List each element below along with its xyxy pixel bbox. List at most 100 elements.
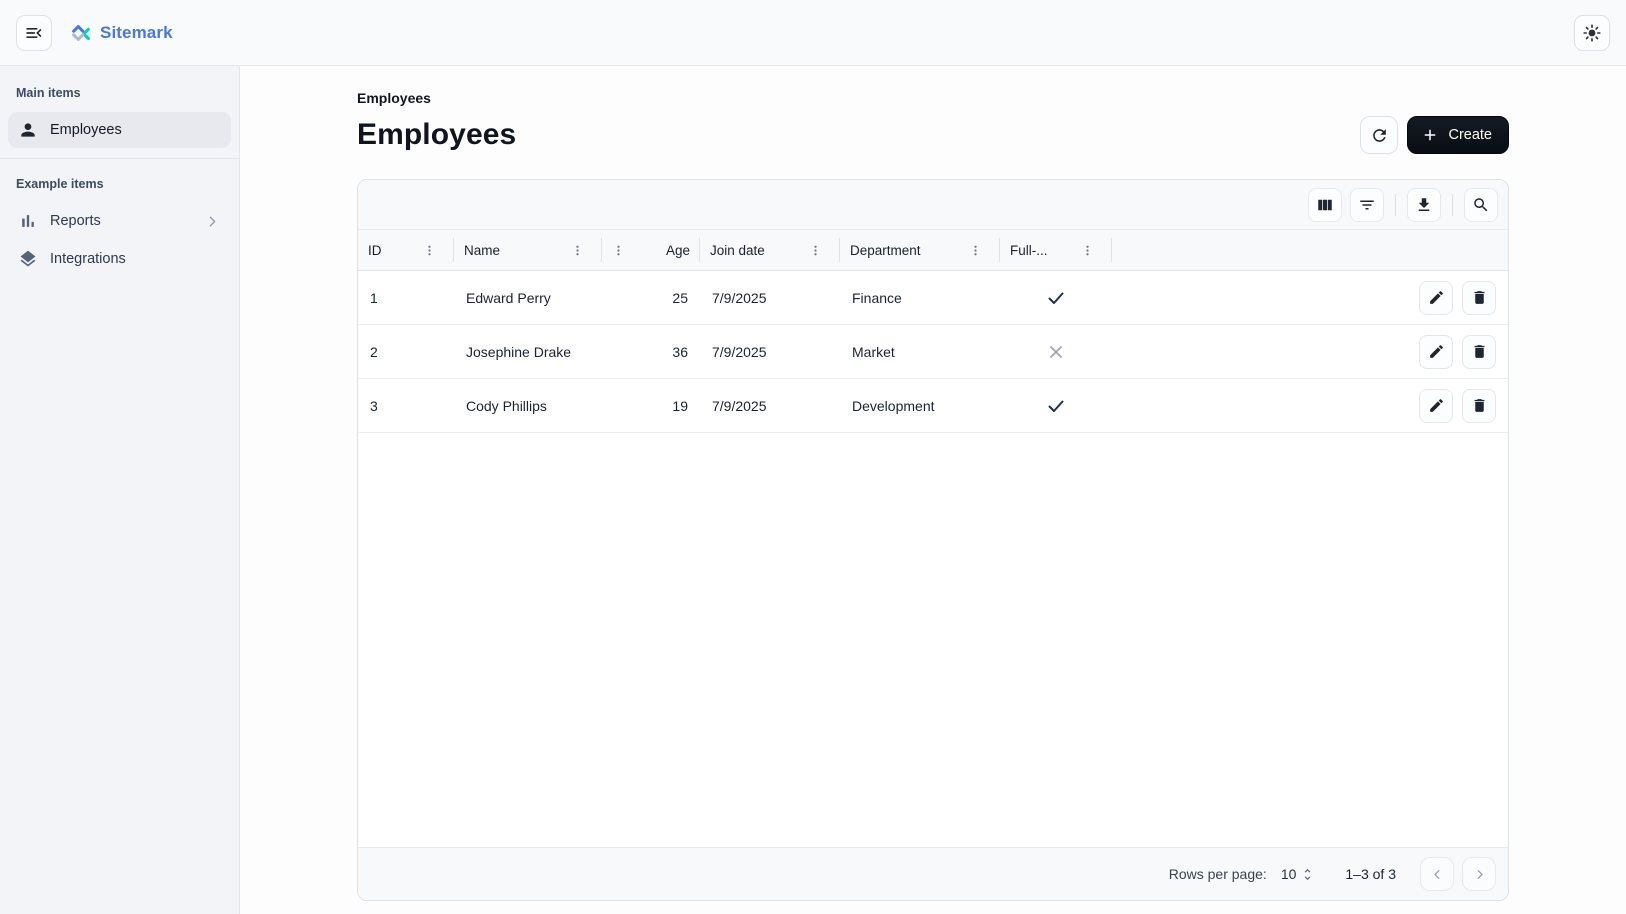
join-date-cell[interactable]: 7/9/2025 [700, 290, 840, 306]
grid-footer: Rows per page: 10 1–3 of 3 [358, 847, 1508, 900]
table-row[interactable]: 2 Josephine Drake 36 7/9/2025 Market [358, 325, 1508, 379]
table-row[interactable]: 1 Edward Perry 25 7/9/2025 Finance [358, 271, 1508, 325]
name-cell[interactable]: Edward Perry [454, 290, 602, 306]
layers-icon [18, 249, 38, 269]
row-actions-cell [1112, 335, 1508, 369]
column-menu-icon[interactable] [571, 244, 584, 257]
department-cell[interactable]: Development [840, 398, 1000, 414]
row-actions-cell [1112, 281, 1508, 315]
pencil-icon [1428, 289, 1445, 306]
sidebar: Main items Employees Example items Repor… [0, 66, 240, 914]
unfold-arrows-icon [1300, 867, 1315, 882]
column-header-name[interactable]: Name [454, 230, 602, 270]
trash-icon [1471, 397, 1488, 414]
column-menu-icon[interactable] [1081, 244, 1094, 257]
filter-icon [1358, 196, 1376, 214]
join-date-cell[interactable]: 7/9/2025 [700, 398, 840, 414]
sidebar-item-label: Employees [50, 122, 122, 138]
sidebar-item-label: Reports [50, 213, 101, 229]
sun-icon [1582, 23, 1602, 43]
column-header-actions [1112, 230, 1508, 270]
edit-button[interactable] [1419, 335, 1453, 369]
full-time-cell[interactable] [1000, 343, 1112, 361]
person-icon [18, 120, 38, 140]
sidebar-divider [0, 158, 239, 159]
toolbar-divider [1395, 194, 1396, 216]
main-content: Employees Employees Create [240, 66, 1626, 914]
column-header-id[interactable]: ID [358, 230, 454, 270]
refresh-button[interactable] [1360, 116, 1398, 154]
grid-rows: 1 Edward Perry 25 7/9/2025 Finance [358, 271, 1508, 847]
sidebar-item-integrations[interactable]: Integrations [8, 241, 231, 277]
trash-icon [1471, 289, 1488, 306]
check-icon [1046, 396, 1066, 416]
pagination-range: 1–3 of 3 [1345, 866, 1396, 882]
toolbar-divider [1452, 194, 1453, 216]
column-header-age[interactable]: Age [602, 230, 700, 270]
next-page-button[interactable] [1462, 857, 1496, 891]
department-cell[interactable]: Finance [840, 290, 1000, 306]
rows-per-page-label: Rows per page: [1169, 866, 1267, 882]
menu-open-icon [24, 23, 44, 43]
close-icon [1047, 343, 1065, 361]
sidebar-item-reports[interactable]: Reports [8, 203, 231, 239]
pencil-icon [1428, 343, 1445, 360]
edit-button[interactable] [1419, 281, 1453, 315]
check-icon [1046, 288, 1066, 308]
column-menu-icon[interactable] [969, 244, 982, 257]
sidebar-item-label: Integrations [50, 251, 126, 267]
download-icon [1415, 196, 1433, 214]
pencil-icon [1428, 397, 1445, 414]
sidebar-item-employees[interactable]: Employees [8, 112, 231, 148]
filter-button[interactable] [1350, 188, 1384, 222]
column-header-full-time[interactable]: Full-... [1000, 230, 1112, 270]
page-title: Employees [357, 118, 516, 152]
delete-button[interactable] [1462, 389, 1496, 423]
id-cell[interactable]: 3 [358, 398, 454, 414]
refresh-icon [1370, 126, 1389, 145]
columns-button[interactable] [1308, 188, 1342, 222]
grid-header-row: ID Name Age Join date [358, 230, 1508, 271]
create-button-label: Create [1448, 127, 1492, 143]
age-cell[interactable]: 36 [602, 344, 700, 360]
grid-toolbar [358, 180, 1508, 230]
chevron-right-icon [204, 213, 221, 230]
table-row[interactable]: 3 Cody Phillips 19 7/9/2025 Development [358, 379, 1508, 433]
columns-icon [1316, 196, 1334, 214]
sidebar-section-caption: Example items [0, 169, 239, 201]
column-menu-icon[interactable] [809, 244, 822, 257]
sitemark-logo-icon [70, 22, 92, 44]
delete-button[interactable] [1462, 281, 1496, 315]
full-time-cell[interactable] [1000, 396, 1112, 416]
brand-logo[interactable]: Sitemark [70, 22, 173, 44]
previous-page-button[interactable] [1420, 857, 1454, 891]
id-cell[interactable]: 1 [358, 290, 454, 306]
age-cell[interactable]: 25 [602, 290, 700, 306]
top-bar: Sitemark [0, 0, 1626, 66]
column-header-department[interactable]: Department [840, 230, 1000, 270]
sidebar-toggle-button[interactable] [16, 15, 52, 51]
name-cell[interactable]: Josephine Drake [454, 344, 602, 360]
brand-name: Sitemark [100, 23, 173, 43]
id-cell[interactable]: 2 [358, 344, 454, 360]
create-button[interactable]: Create [1407, 116, 1509, 154]
chevron-right-icon [1472, 867, 1487, 882]
delete-button[interactable] [1462, 335, 1496, 369]
column-header-join-date[interactable]: Join date [700, 230, 840, 270]
theme-toggle-button[interactable] [1574, 15, 1610, 51]
name-cell[interactable]: Cody Phillips [454, 398, 602, 414]
plus-icon [1421, 126, 1439, 144]
age-cell[interactable]: 19 [602, 398, 700, 414]
bar-chart-icon [18, 211, 38, 231]
search-button[interactable] [1464, 188, 1498, 222]
edit-button[interactable] [1419, 389, 1453, 423]
join-date-cell[interactable]: 7/9/2025 [700, 344, 840, 360]
department-cell[interactable]: Market [840, 344, 1000, 360]
export-button[interactable] [1407, 188, 1441, 222]
sidebar-section-caption: Main items [0, 78, 239, 110]
breadcrumb: Employees [357, 90, 1509, 106]
full-time-cell[interactable] [1000, 288, 1112, 308]
column-menu-icon[interactable] [612, 244, 625, 257]
column-menu-icon[interactable] [423, 244, 436, 257]
rows-per-page-select[interactable]: 10 [1281, 866, 1316, 882]
